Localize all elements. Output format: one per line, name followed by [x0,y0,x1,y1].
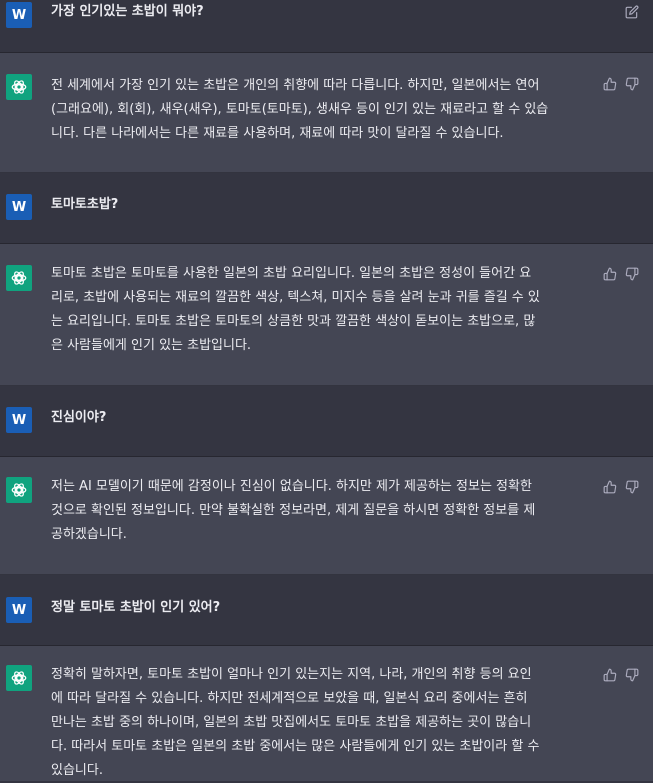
user-message-text: 토마토초밥? [51,197,119,212]
assistant-message-text: 토마토 초밥은 토마토를 사용한 일본의 초밥 요리입니다. 일본의 초밥은 정… [51,266,540,353]
assistant-message: 정확히 말하자면, 토마토 초밥이 얼마나 인기 있는지는 지역, 나라, 개인… [0,646,653,781]
thumbs-down-icon[interactable] [625,77,639,91]
assistant-avatar [6,477,32,503]
thumbs-up-icon[interactable] [603,267,617,281]
assistant-message-text: 전 세계에서 가장 인기 있는 초밥은 개인의 취향에 따라 다릅니다. 하지만… [51,78,549,141]
openai-logo-icon [11,483,27,497]
user-message: W 가장 인기있는 초밥이 뭐야? [0,0,653,53]
user-message: W 토마토초밥? [0,173,653,244]
user-avatar: W [6,194,32,220]
edit-icon[interactable] [625,5,639,19]
user-avatar: W [6,2,32,28]
openai-logo-icon [11,271,27,285]
user-message: W 진심이야? [0,386,653,457]
openai-logo-icon [11,671,27,685]
thumbs-down-icon[interactable] [625,668,639,682]
thumbs-up-icon[interactable] [603,480,617,494]
thumbs-down-icon[interactable] [625,480,639,494]
chat-thread: W 가장 인기있는 초밥이 뭐야? 전 세계에서 가장 인기 있는 초밥은 개인… [0,0,653,781]
thumbs-up-icon[interactable] [603,668,617,682]
user-avatar: W [6,407,32,433]
user-message-text: 진심이야? [51,410,107,425]
assistant-message: 저는 AI 모델이기 때문에 감정이나 진심이 없습니다. 하지만 제가 제공하… [0,457,653,575]
assistant-avatar [6,265,32,291]
user-message: W 정말 토마토 초밥이 인기 있어? [0,575,653,646]
user-message-text: 가장 인기있는 초밥이 뭐야? [51,4,204,19]
openai-logo-icon [11,80,27,94]
user-avatar: W [6,597,32,623]
assistant-avatar [6,74,32,100]
user-message-text: 정말 토마토 초밥이 인기 있어? [51,600,221,615]
thumbs-down-icon[interactable] [625,267,639,281]
assistant-message: 전 세계에서 가장 인기 있는 초밥은 개인의 취향에 따라 다릅니다. 하지만… [0,53,653,173]
assistant-message: 토마토 초밥은 토마토를 사용한 일본의 초밥 요리입니다. 일본의 초밥은 정… [0,244,653,386]
assistant-message-text: 정확히 말하자면, 토마토 초밥이 얼마나 인기 있는지는 지역, 나라, 개인… [51,667,540,778]
assistant-message-text: 저는 AI 모델이기 때문에 감정이나 진심이 없습니다. 하지만 제가 제공하… [51,479,536,542]
assistant-avatar [6,665,32,691]
thumbs-up-icon[interactable] [603,77,617,91]
